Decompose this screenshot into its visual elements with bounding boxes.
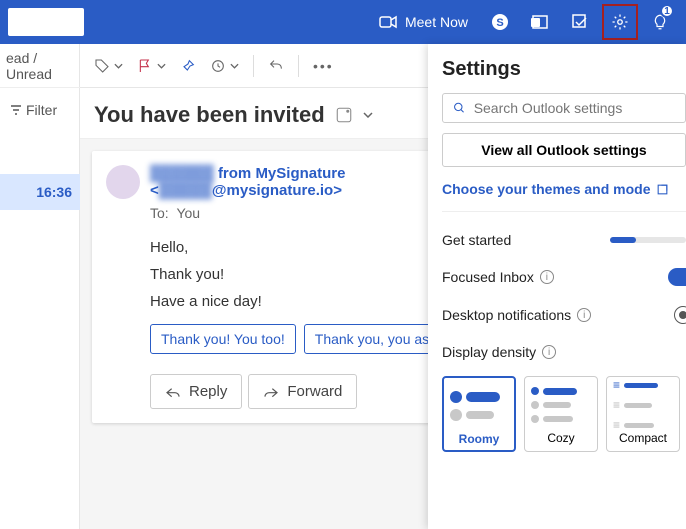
get-started-progress[interactable] <box>610 237 686 243</box>
filter-icon <box>10 104 22 116</box>
settings-gear-button[interactable] <box>602 4 638 40</box>
todo-icon[interactable] <box>562 4 598 40</box>
density-option-roomy[interactable]: Roomy <box>442 376 516 452</box>
focused-inbox-toggle[interactable] <box>668 268 686 286</box>
outlook-app-icon[interactable] <box>522 4 558 40</box>
message-subject: You have been invited <box>94 102 325 128</box>
search-icon <box>453 101 466 115</box>
open-icon <box>656 183 669 196</box>
info-icon[interactable]: i <box>577 308 591 322</box>
get-started-label: Get started <box>442 232 511 248</box>
tag-icon <box>94 58 110 74</box>
chevron-down-icon[interactable] <box>363 112 373 118</box>
themes-link[interactable]: Choose your themes and mode <box>442 181 686 197</box>
reply-icon <box>165 385 181 399</box>
clock-icon <box>210 58 226 74</box>
settings-panel: Settings View all Outlook settings Choos… <box>428 44 686 529</box>
filter-button[interactable]: Filter <box>10 102 57 118</box>
flag-icon <box>137 58 153 74</box>
settings-title: Settings <box>442 58 686 81</box>
focused-inbox-label: Focused Inbox <box>442 269 534 285</box>
pin-icon <box>180 58 196 74</box>
chevron-down-icon <box>157 63 166 69</box>
info-icon[interactable]: i <box>540 270 554 284</box>
density-option-cozy[interactable]: Cozy <box>524 376 598 452</box>
settings-search-input[interactable] <box>474 100 675 116</box>
svg-text:S: S <box>496 17 503 29</box>
tips-badge: 1 <box>660 4 674 18</box>
sender-name[interactable]: ██████ from MySignature <█████@mysignatu… <box>150 165 345 199</box>
skype-icon[interactable]: S <box>482 4 518 40</box>
info-icon[interactable]: i <box>542 345 556 359</box>
quick-reply-button[interactable]: Thank you! You too! <box>150 324 296 354</box>
gear-icon <box>611 13 629 31</box>
density-option-compact[interactable]: ≡≡≡ Compact <box>606 376 680 452</box>
chevron-down-icon <box>114 63 123 69</box>
undo-button[interactable] <box>268 58 284 74</box>
flag-button[interactable] <box>137 58 166 74</box>
read-unread-tab[interactable]: ead / Unread <box>0 44 80 88</box>
message-list-column: ead / Unread Filter 16:36 <box>0 44 80 529</box>
video-icon <box>379 15 397 29</box>
snooze-button[interactable] <box>210 58 239 74</box>
meet-now-button[interactable]: Meet Now <box>369 14 478 30</box>
pin-button[interactable] <box>180 58 196 74</box>
tips-button[interactable]: 1 <box>642 4 678 40</box>
desktop-notifications-toggle[interactable] <box>674 306 686 324</box>
top-search-input[interactable] <box>8 8 84 36</box>
message-list-item-selected[interactable]: 16:36 <box>0 174 80 210</box>
display-density-label: Display density <box>442 344 536 360</box>
settings-search[interactable] <box>442 93 686 123</box>
sender-avatar <box>106 165 140 199</box>
reply-button[interactable]: Reply <box>150 374 242 409</box>
forward-icon <box>263 385 279 399</box>
desktop-notifications-label: Desktop notifications <box>442 307 571 323</box>
translate-icon[interactable] <box>335 106 353 124</box>
chevron-down-icon <box>230 63 239 69</box>
more-actions-button[interactable]: ••• <box>313 58 334 74</box>
top-bar: Meet Now S 1 <box>0 0 686 44</box>
view-all-settings-button[interactable]: View all Outlook settings <box>442 133 686 167</box>
category-button[interactable] <box>94 58 123 74</box>
to-recipients: You <box>176 205 200 221</box>
forward-button[interactable]: Forward <box>248 374 357 409</box>
undo-icon <box>268 58 284 74</box>
